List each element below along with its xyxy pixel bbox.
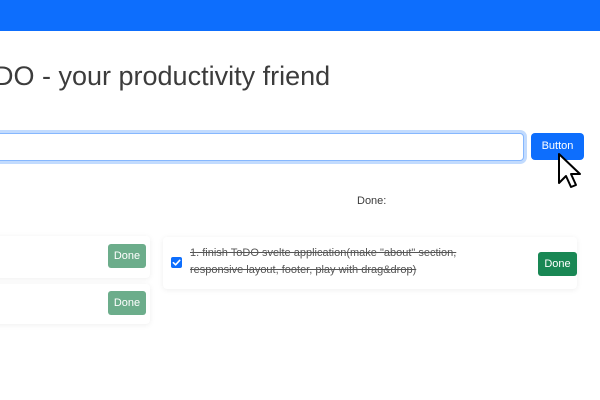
done-item-text: 1. finish ToDO svelte application(make "… [190, 247, 457, 276]
new-todo-input[interactable] [0, 133, 524, 161]
done-checkbox[interactable] [171, 257, 182, 268]
done-item-button[interactable]: Done [538, 252, 577, 276]
mark-done-button[interactable]: Done [108, 291, 146, 315]
add-todo-button[interactable]: Button [531, 133, 584, 160]
check-icon [172, 259, 181, 266]
page-title: DO - your productivity friend [0, 61, 331, 91]
top-navbar [0, 0, 600, 31]
todo-app: DO - your productivity friend Button Don… [0, 0, 600, 400]
mark-done-button[interactable]: Done [108, 244, 146, 268]
done-column-heading: Done: [357, 195, 387, 207]
